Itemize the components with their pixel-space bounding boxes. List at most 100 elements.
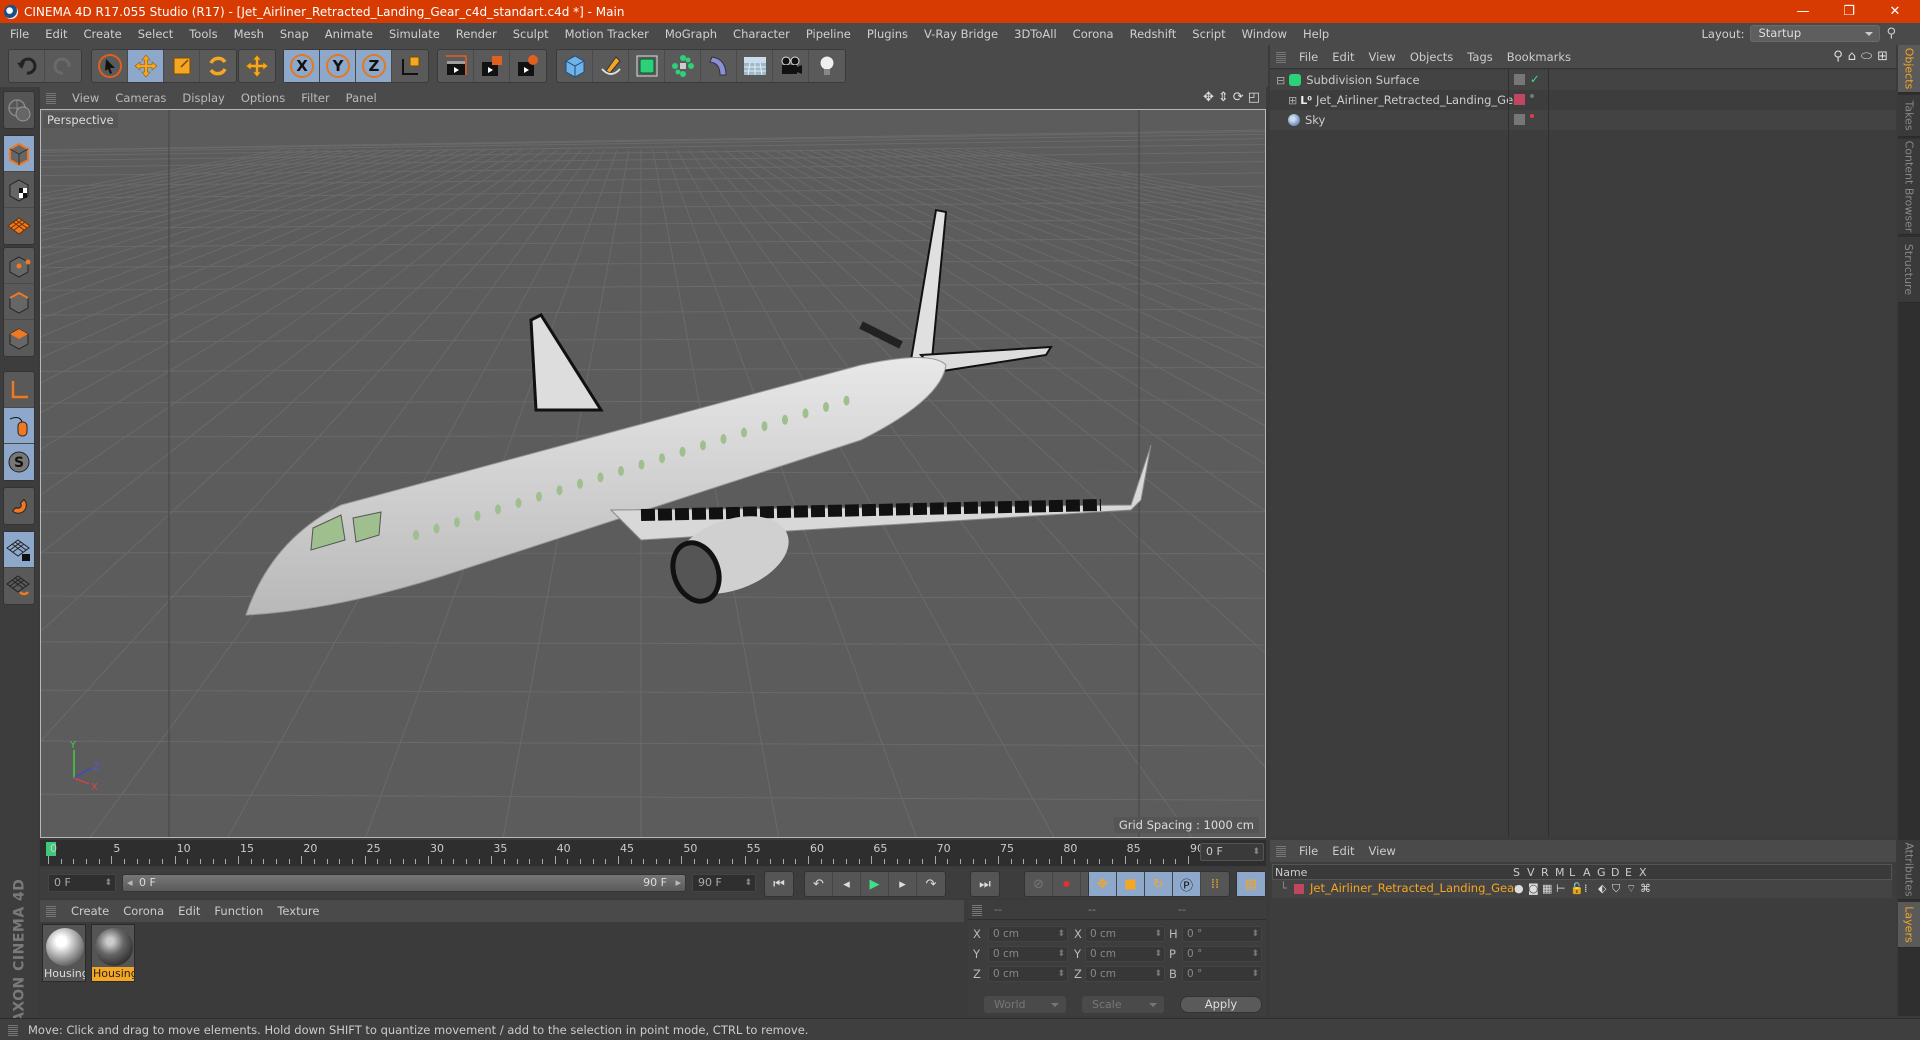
layer-column-name[interactable]: Name [1275,866,1307,879]
panel-grip[interactable] [1276,845,1286,857]
visibility-dot-icon[interactable] [1530,94,1534,98]
material-menu-create[interactable]: Create [64,904,116,918]
camera-label[interactable]: Perspective [43,112,118,128]
layer-column-v[interactable]: V [1527,866,1535,879]
tab-structure[interactable]: Structure [1898,237,1920,303]
y-axis-lock-button[interactable]: Y [320,50,356,82]
render-settings-button[interactable] [510,50,546,82]
deformers-icon[interactable]: ⛉ [1612,882,1626,896]
motion-path-button[interactable]: ⊘ [1025,872,1053,896]
model-mode-button[interactable] [4,136,34,172]
layer-name[interactable]: Jet_Airliner_Retracted_Landing_Gear [1310,881,1519,895]
render-view-button[interactable] [438,50,474,82]
layer-column-l[interactable]: L [1569,866,1575,879]
go-to-start-button[interactable]: ⏮ [765,872,793,896]
layer-column-a[interactable]: A [1583,866,1591,879]
size-z-field[interactable]: 0 cm [1085,966,1165,982]
solo-button[interactable]: S [4,444,34,480]
live-selection-button[interactable] [92,50,128,82]
frame-range-slider[interactable]: ◂ 0 F 90 F ▸ [122,874,686,892]
object-name[interactable]: Jet_Airliner_Retracted_Landing_Gear [1316,93,1525,107]
menu-file[interactable]: File [2,27,37,41]
collapse-icon[interactable]: ⊟ [1276,74,1285,87]
material-swatch-selected[interactable]: Housing [91,924,135,982]
enabled-check-icon[interactable]: ✓ [1530,72,1540,86]
rotate-tool-button[interactable] [200,50,236,82]
key-scale-button[interactable]: ■ [1117,872,1145,896]
zoom-view-icon[interactable]: ⇕ [1218,90,1229,105]
render-to-picture-viewer-button[interactable] [474,50,510,82]
layer-column-s[interactable]: S [1513,866,1520,879]
menu-pipeline[interactable]: Pipeline [798,27,859,41]
lock-workplane-button[interactable] [4,532,34,568]
rot-b-field[interactable]: 0 ° [1182,966,1262,982]
rot-h-field[interactable]: 0 ° [1182,926,1262,942]
tab-layers[interactable]: Layers [1898,902,1920,948]
material-menu-function[interactable]: Function [207,904,270,918]
material-menu-texture[interactable]: Texture [270,904,326,918]
menu-window[interactable]: Window [1234,27,1295,41]
expressions-icon[interactable]: ⌔ [1626,882,1640,896]
editor-visibility-icon[interactable] [1514,74,1525,85]
layer-column-g[interactable]: G [1597,866,1606,879]
add-camera-button[interactable] [773,50,809,82]
add-light-button[interactable] [809,50,845,82]
menu-script[interactable]: Script [1184,27,1233,41]
menu-mesh[interactable]: Mesh [226,27,272,41]
pos-y-field[interactable]: 0 cm [988,946,1068,962]
size-y-field[interactable]: 0 cm [1085,946,1165,962]
make-editable-button[interactable] [4,92,34,128]
prev-key-button[interactable]: ↶ [805,872,833,896]
add-spline-pen-button[interactable] [593,50,629,82]
object-row-subdivision[interactable]: ⊟ Subdivision Surface ✓ [1270,70,1896,90]
polygons-mode-button[interactable] [4,320,34,356]
viewport-menu-display[interactable]: Display [174,91,232,105]
panel-grip[interactable] [972,904,982,916]
layer-row[interactable]: └ Jet_Airliner_Retracted_Landing_Gear ● ◙… [1272,880,1892,898]
recent-tool-button[interactable] [239,50,275,82]
layer-column-e[interactable]: E [1625,866,1632,879]
menu-plugins[interactable]: Plugins [859,27,916,41]
menu-character[interactable]: Character [725,27,798,41]
viewport-menu-cameras[interactable]: Cameras [107,91,174,105]
points-mode-button[interactable] [4,248,34,284]
layer-menu-edit[interactable]: Edit [1325,844,1361,858]
layer-menu-file[interactable]: File [1292,844,1325,858]
panel-grip[interactable] [46,92,56,104]
search-icon[interactable]: ⚲ [1886,26,1896,41]
object-menu-file[interactable]: File [1292,50,1325,64]
size-mode-dropdown[interactable]: Scale [1082,996,1164,1013]
key-pla-button[interactable]: ⁞⁞ [1201,872,1229,896]
menu-create[interactable]: Create [76,27,130,41]
add-floor-button[interactable] [737,50,773,82]
menu-mograph[interactable]: MoGraph [657,27,725,41]
menu-v-ray-bridge[interactable]: V-Ray Bridge [916,27,1006,41]
tab-objects[interactable]: Objects [1898,45,1920,93]
manager-icon[interactable]: ⊢ [1556,882,1570,896]
coordinate-space-dropdown[interactable]: World [984,996,1066,1013]
material-menu-edit[interactable]: Edit [171,904,207,918]
generators-icon[interactable]: ⬖ [1598,882,1612,896]
object-menu-bookmarks[interactable]: Bookmarks [1500,50,1578,64]
solo-dot-icon[interactable]: ● [1514,882,1528,896]
next-key-button[interactable]: ↷ [917,872,945,896]
tweak-mode-button[interactable] [4,408,34,444]
menu-animate[interactable]: Animate [317,27,381,41]
menu-motion-tracker[interactable]: Motion Tracker [557,27,657,41]
minimize-button[interactable]: — [1780,0,1826,23]
pos-x-field[interactable]: 0 cm [988,926,1068,942]
close-button[interactable]: ✕ [1872,0,1918,23]
layer-column-r[interactable]: R [1541,866,1549,879]
timeline-ruler[interactable]: 0 5 10 15 20 25 30 35 40 45 50 55 60 65 70 75 80 85 90 0 F [40,840,1266,866]
viewport-menu-view[interactable]: View [64,91,107,105]
object-menu-objects[interactable]: Objects [1403,50,1460,64]
search-icon[interactable]: ⚲ [1833,49,1843,64]
add-cube-button[interactable] [557,50,593,82]
viewport-menu-panel[interactable]: Panel [338,91,385,105]
new-window-icon[interactable]: ⊞ [1877,49,1888,64]
viewport-menu-filter[interactable]: Filter [293,91,337,105]
object-menu-edit[interactable]: Edit [1325,50,1361,64]
panel-grip[interactable] [1276,50,1286,63]
add-cloner-button[interactable] [665,50,701,82]
layer-color-swatch[interactable] [1294,884,1304,894]
